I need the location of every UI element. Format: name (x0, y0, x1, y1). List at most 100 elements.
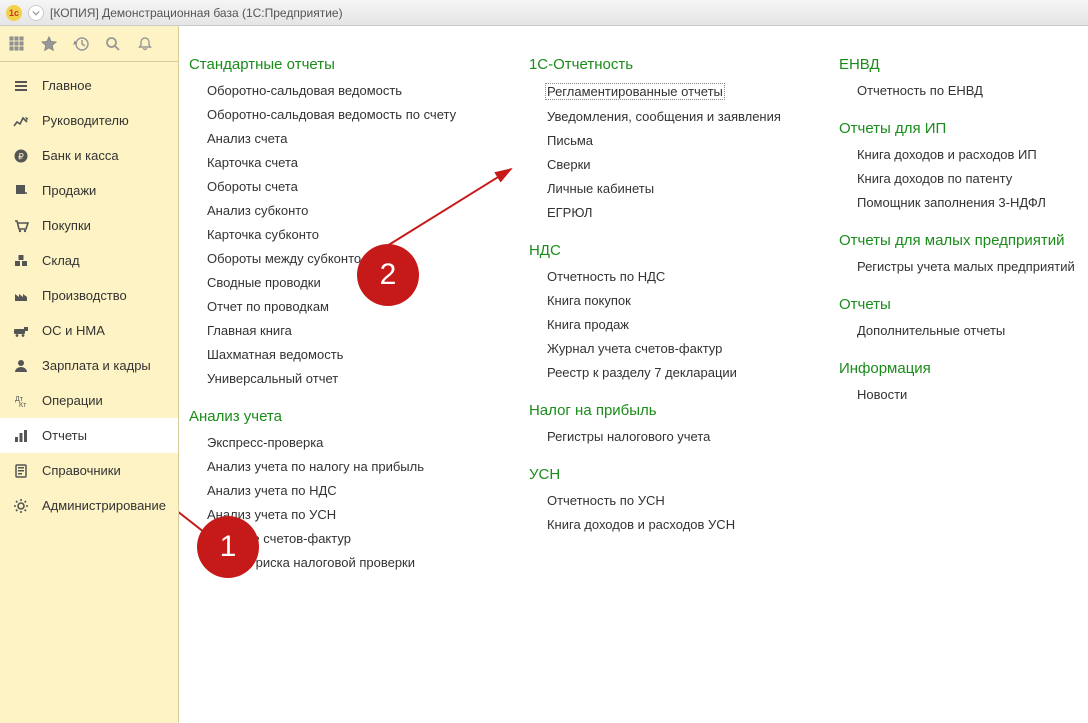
section-title[interactable]: Стандартные отчеты (189, 56, 489, 73)
sidebar-item-admin[interactable]: Администрирование (0, 488, 178, 523)
report-link[interactable]: Сводные проводки (207, 275, 489, 290)
sidebar-item-label: ОС и НМА (42, 323, 105, 338)
section-title[interactable]: Отчеты для ИП (839, 120, 1088, 137)
sidebar-item-label: Зарплата и кадры (42, 358, 151, 373)
report-link[interactable]: Обороты счета (207, 179, 489, 194)
bell-icon[interactable] (136, 35, 154, 53)
sidebar-item-sales[interactable]: Продажи (0, 173, 178, 208)
report-link[interactable]: Карточка счета (207, 155, 489, 170)
section: НДС Отчетность по НДС Книга покупок Книга п… (529, 242, 799, 380)
window-titlebar: 1c [КОПИЯ] Демонстрационная база (1С:Пре… (0, 0, 1088, 26)
sidebar: ГлавноеРуководителю₽Банк и кассаПродажи П… (0, 26, 179, 723)
refs-icon (12, 463, 30, 479)
svg-text:Кт: Кт (19, 402, 27, 409)
report-link[interactable]: Новости (857, 387, 1088, 402)
section-title[interactable]: 1С-Отчетность (529, 56, 799, 73)
manager-icon (12, 113, 30, 129)
sidebar-item-os[interactable]: ОС и НМА (0, 313, 178, 348)
report-link[interactable]: Письма (547, 133, 799, 148)
report-link[interactable]: Отчетность по НДС (547, 269, 799, 284)
os-icon (12, 323, 30, 339)
report-link[interactable]: Оборотно-сальдовая ведомость (207, 83, 489, 98)
sidebar-item-label: Покупки (42, 218, 91, 233)
report-link[interactable]: Личные кабинеты (547, 181, 799, 196)
sidebar-item-bank[interactable]: ₽Банк и касса (0, 138, 178, 173)
report-link[interactable]: Анализ учета по УСН (207, 507, 489, 522)
main-icon (12, 78, 30, 94)
sidebar-item-production[interactable]: Производство (0, 278, 178, 313)
section: Налог на прибыль Регистры налогового учет… (529, 402, 799, 444)
report-link[interactable]: Книга доходов и расходов ИП (857, 147, 1088, 162)
section: Отчеты Дополнительные отчеты (839, 296, 1088, 338)
report-link[interactable]: Шахматная ведомость (207, 347, 489, 362)
report-link[interactable]: Книга доходов и расходов УСН (547, 517, 799, 532)
stock-icon (12, 253, 30, 269)
report-link[interactable]: Дополнительные отчеты (857, 323, 1088, 338)
report-link[interactable]: Регистры налогового учета (547, 429, 799, 444)
sidebar-item-main[interactable]: Главное (0, 68, 178, 103)
sidebar-item-salary[interactable]: Зарплата и кадры (0, 348, 178, 383)
search-icon[interactable] (104, 35, 122, 53)
section-title[interactable]: Отчеты для малых предприятий (839, 232, 1088, 249)
apps-icon[interactable] (8, 35, 26, 53)
sidebar-item-purchases[interactable]: Покупки (0, 208, 178, 243)
report-link[interactable]: Анализ счета (207, 131, 489, 146)
report-link[interactable]: Отчет по проводкам (207, 299, 489, 314)
section-items: Дополнительные отчеты (839, 323, 1088, 338)
report-link[interactable]: Карточка субконто (207, 227, 489, 242)
section: Стандартные отчеты Оборотно-сальдовая вед… (189, 56, 489, 386)
section-title[interactable]: НДС (529, 242, 799, 259)
section-title[interactable]: УСН (529, 466, 799, 483)
sidebar-item-operations[interactable]: ДтКтОперации (0, 383, 178, 418)
report-link[interactable]: Экспресс-проверка (207, 435, 489, 450)
sidebar-item-label: Администрирование (42, 498, 166, 513)
section-title[interactable]: Информация (839, 360, 1088, 377)
star-icon[interactable] (40, 35, 58, 53)
sidebar-item-manager[interactable]: Руководителю (0, 103, 178, 138)
report-link[interactable]: Анализ субконто (207, 203, 489, 218)
section-title[interactable]: Анализ учета (189, 408, 489, 425)
report-link[interactable]: Сверки (547, 157, 799, 172)
sidebar-item-label: Отчеты (42, 428, 87, 443)
sidebar-item-label: Операции (42, 393, 103, 408)
section: ЕНВД Отчетность по ЕНВД (839, 56, 1088, 98)
report-link[interactable]: Главная книга (207, 323, 489, 338)
report-link[interactable]: Регистры учета малых предприятий (857, 259, 1088, 274)
report-link[interactable]: Книга продаж (547, 317, 799, 332)
report-link[interactable]: ЕГРЮЛ (547, 205, 799, 220)
report-link[interactable]: Книга покупок (547, 293, 799, 308)
report-link[interactable]: Журнал учета счетов-фактур (547, 341, 799, 356)
report-link[interactable]: Помощник заполнения 3-НДФЛ (857, 195, 1088, 210)
report-link[interactable]: Реестр к разделу 7 декларации (547, 365, 799, 380)
section-title[interactable]: Отчеты (839, 296, 1088, 313)
app-dropdown-button[interactable] (28, 5, 44, 21)
section: Отчеты для малых предприятий Регистры уче… (839, 232, 1088, 274)
section-items: Регламентированные отчеты Уведомления, со… (529, 83, 799, 220)
report-link[interactable]: Анализ учета по налогу на прибыль (207, 459, 489, 474)
sidebar-item-label: Склад (42, 253, 80, 268)
sidebar-item-stock[interactable]: Склад (0, 243, 178, 278)
admin-icon (12, 498, 30, 514)
section-items: Регистры налогового учета (529, 429, 799, 444)
sidebar-item-reports[interactable]: Отчеты (0, 418, 178, 453)
section-items: Отчетность по ЕНВД (839, 83, 1088, 98)
column-2: 1С-Отчетность Регламентированные отчеты Ув… (529, 56, 799, 592)
purchases-icon (12, 218, 30, 234)
report-link[interactable]: Уведомления, сообщения и заявления (547, 109, 799, 124)
report-link[interactable]: Отчетность по ЕНВД (857, 83, 1088, 98)
section-items: Оборотно-сальдовая ведомость Оборотно-сал… (189, 83, 489, 386)
report-link[interactable]: Книга доходов по патенту (857, 171, 1088, 186)
history-icon[interactable] (72, 35, 90, 53)
report-link[interactable]: Оборотно-сальдовая ведомость по счету (207, 107, 489, 122)
report-link[interactable]: Отчетность по УСН (547, 493, 799, 508)
reports-icon (12, 428, 30, 444)
section: УСН Отчетность по УСН Книга доходов и расх… (529, 466, 799, 532)
report-link[interactable]: Регламентированные отчеты (545, 83, 725, 100)
report-link[interactable]: Обороты между субконто (207, 251, 489, 266)
window-title: [КОПИЯ] Демонстрационная база (1С:Предпр… (50, 6, 343, 20)
report-link[interactable]: Универсальный отчет (207, 371, 489, 386)
section-title[interactable]: ЕНВД (839, 56, 1088, 73)
section-title[interactable]: Налог на прибыль (529, 402, 799, 419)
report-link[interactable]: Анализ учета по НДС (207, 483, 489, 498)
sidebar-item-refs[interactable]: Справочники (0, 453, 178, 488)
